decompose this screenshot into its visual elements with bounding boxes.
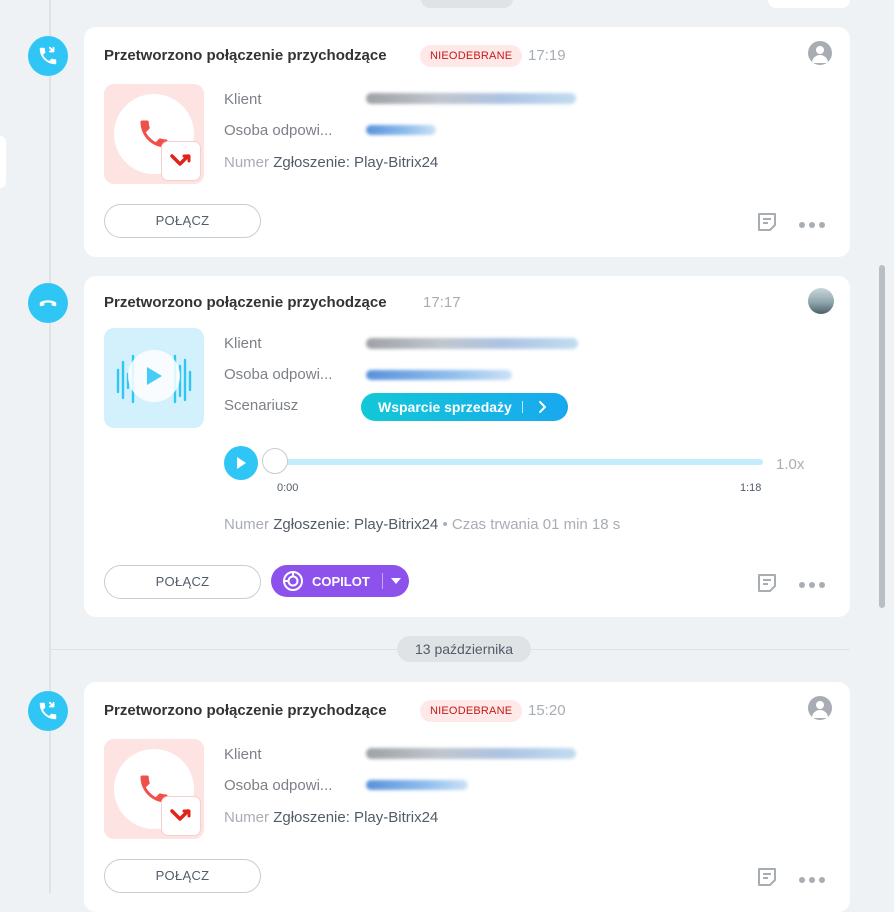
number-value: Zgłoszenie: Play-Bitrix24 xyxy=(273,154,439,171)
chevron-right-icon xyxy=(538,401,546,413)
call-button[interactable]: POŁĄCZ xyxy=(104,565,261,599)
chevron-down-icon[interactable] xyxy=(390,578,401,584)
side-panel-edge xyxy=(0,136,6,188)
more-icon[interactable] xyxy=(798,217,826,235)
incoming-call-icon xyxy=(28,36,68,76)
call-duration: Czas trwania 01 min 18 s xyxy=(451,516,621,533)
incoming-call-icon xyxy=(28,691,68,731)
responsible-value-redacted[interactable] xyxy=(366,125,436,135)
responsible-label: Osoba odpowi... xyxy=(224,122,333,139)
note-icon[interactable] xyxy=(756,866,778,893)
timestamp: 15:20 xyxy=(528,702,566,719)
responsible-label: Osoba odpowi... xyxy=(224,777,333,794)
time-start: 0:00 xyxy=(277,482,299,494)
play-icon xyxy=(237,457,246,469)
meta-separator: • xyxy=(442,516,448,533)
scenario-button-label: Wsparcie sprzedaży xyxy=(378,399,512,415)
number-label: Numer xyxy=(224,154,270,171)
copilot-icon xyxy=(283,571,303,591)
number-row: Numer Zgłoszenie: Play-Bitrix24 xyxy=(224,154,438,171)
call-button[interactable]: POŁĄCZ xyxy=(104,204,261,238)
client-label: Klient xyxy=(224,91,262,108)
missed-arrow-icon xyxy=(162,142,200,180)
recording-thumbnail[interactable] xyxy=(104,328,204,428)
card-title: Przetworzono połączenie przychodzące xyxy=(104,702,387,719)
more-icon[interactable] xyxy=(798,577,826,595)
scenario-button[interactable]: Wsparcie sprzedaży xyxy=(361,393,568,421)
card-title: Przetworzono połączenie przychodzące xyxy=(104,294,387,311)
number-label: Numer xyxy=(224,809,270,826)
progress-track[interactable] xyxy=(274,459,763,465)
date-pill: 13 października xyxy=(397,636,532,662)
missed-arrow-icon xyxy=(162,797,200,835)
player-play-button[interactable] xyxy=(224,446,258,480)
copilot-button[interactable]: COPILOT xyxy=(271,565,409,597)
status-badge: NIEODEBRANE xyxy=(420,45,523,67)
user-avatar-icon[interactable] xyxy=(808,696,832,720)
note-icon[interactable] xyxy=(756,572,778,599)
scenario-label: Scenariusz xyxy=(224,397,299,414)
timeline-line xyxy=(49,0,51,893)
missed-call-thumbnail xyxy=(104,84,204,184)
client-value-redacted[interactable] xyxy=(366,93,576,104)
time-end: 1:18 xyxy=(740,482,762,494)
client-value-redacted[interactable] xyxy=(366,338,578,349)
client-label: Klient xyxy=(224,335,262,352)
user-avatar-photo[interactable] xyxy=(808,288,834,314)
call-button[interactable]: POŁĄCZ xyxy=(104,859,261,893)
timestamp: 17:17 xyxy=(423,294,461,311)
activity-card: Przetworzono połączenie przychodzące NIE… xyxy=(84,27,850,257)
client-value-redacted[interactable] xyxy=(366,748,576,759)
number-value: Zgłoszenie: Play-Bitrix24 xyxy=(273,516,439,533)
hang-up-icon xyxy=(28,283,68,323)
number-value: Zgłoszenie: Play-Bitrix24 xyxy=(273,809,439,826)
responsible-label: Osoba odpowi... xyxy=(224,366,333,383)
meta-row: Numer Zgłoszenie: Play-Bitrix24 • Czas t… xyxy=(224,516,620,533)
copilot-label: COPILOT xyxy=(312,573,370,589)
note-icon[interactable] xyxy=(756,211,778,238)
activity-card: Przetworzono połączenie przychodzące 17:… xyxy=(84,276,850,617)
play-icon[interactable] xyxy=(128,350,180,402)
missed-call-thumbnail xyxy=(104,739,204,839)
activity-card: Przetworzono połączenie przychodzące NIE… xyxy=(84,682,850,912)
date-pill-partial xyxy=(421,0,513,8)
scrollbar[interactable] xyxy=(879,265,885,608)
timestamp: 17:19 xyxy=(528,47,566,64)
status-badge: NIEODEBRANE xyxy=(420,700,523,722)
card-partial xyxy=(768,0,850,8)
client-label: Klient xyxy=(224,746,262,763)
user-avatar-icon[interactable] xyxy=(808,41,832,65)
divider xyxy=(381,573,383,589)
divider xyxy=(521,401,523,413)
progress-knob[interactable] xyxy=(262,448,288,474)
responsible-value-redacted[interactable] xyxy=(366,370,512,380)
card-title: Przetworzono połączenie przychodzące xyxy=(104,47,387,64)
more-icon[interactable] xyxy=(798,872,826,890)
playback-speed[interactable]: 1.0x xyxy=(776,456,804,473)
responsible-value-redacted[interactable] xyxy=(366,780,468,790)
number-row: Numer Zgłoszenie: Play-Bitrix24 xyxy=(224,809,438,826)
number-label: Numer xyxy=(224,516,270,533)
